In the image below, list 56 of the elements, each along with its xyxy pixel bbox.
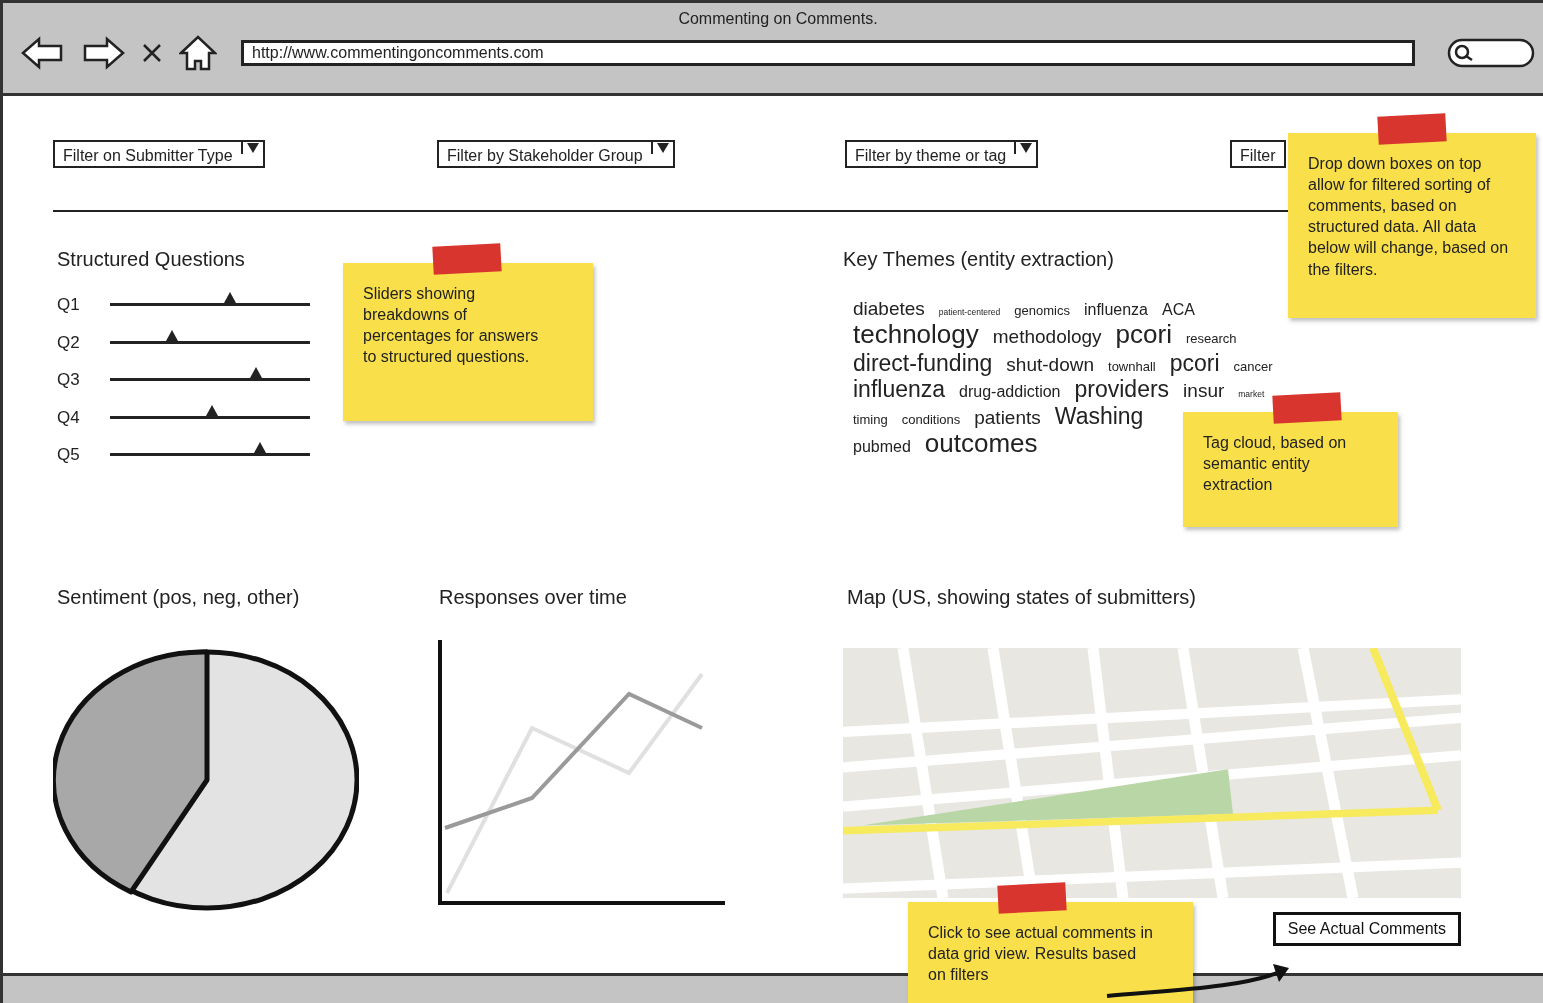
question-label: Q5 (57, 444, 81, 466)
section-heading: Sentiment (pos, neg, other) (57, 585, 300, 610)
question-label: Q3 (57, 369, 81, 391)
tape-strip (997, 882, 1067, 914)
search-field[interactable] (1447, 38, 1535, 68)
forward-icon[interactable] (81, 36, 125, 70)
tag-word[interactable]: shut-down (1006, 353, 1095, 376)
tag-word[interactable]: patient-centered (938, 308, 1001, 318)
tag-word[interactable]: patients (974, 406, 1041, 429)
tag-word[interactable]: diabetes (853, 298, 925, 320)
tag-word[interactable]: pubmed (853, 438, 911, 457)
home-icon[interactable] (179, 35, 217, 71)
tape-strip (1272, 392, 1342, 424)
tape-strip (432, 243, 502, 275)
question-label: Q1 (57, 294, 81, 316)
tag-word[interactable]: insur (1183, 380, 1225, 402)
tag-word[interactable]: research (1185, 331, 1237, 347)
slider-thumb[interactable] (223, 291, 237, 305)
filter-dropdown[interactable]: Filter on Submitter Type (53, 140, 265, 168)
tape-strip (1377, 113, 1447, 145)
close-icon[interactable] (141, 42, 163, 64)
slider-thumb[interactable] (253, 441, 267, 455)
filter-dropdown[interactable]: Filter by theme or tag (845, 140, 1039, 168)
slider-thumb[interactable] (249, 366, 263, 380)
filter-dropdown[interactable]: Filter by Stakeholder Group (437, 140, 675, 168)
url-field[interactable]: http://www.commentingoncomments.com (241, 40, 1415, 66)
tag-word[interactable]: technology (853, 319, 979, 350)
section-heading: Structured Questions (57, 247, 245, 272)
back-icon[interactable] (21, 36, 65, 70)
tag-word[interactable]: pcori (1169, 349, 1220, 377)
section-heading: Responses over time (439, 585, 627, 610)
window-title: Commenting on Comments. (677, 9, 879, 29)
tag-word[interactable]: townhall (1108, 359, 1156, 375)
question-label: Q4 (57, 406, 81, 429)
tag-word[interactable]: direct-funding (853, 349, 993, 377)
tag-word[interactable]: timing (853, 412, 888, 428)
see-comments-button[interactable]: See Actual Comments (1272, 912, 1461, 946)
tag-word[interactable]: cancer (1233, 359, 1273, 375)
tag-word[interactable]: genomics (1014, 304, 1070, 319)
tag-word[interactable]: conditions (901, 412, 961, 428)
tag-word[interactable]: providers (1074, 376, 1170, 403)
section-heading: Map (US, showing states of submitters) (847, 585, 1196, 610)
slider-thumb[interactable] (165, 328, 179, 342)
filter-dropdown[interactable]: Filter (1230, 140, 1286, 168)
tag-word[interactable]: outcomes (924, 429, 1038, 459)
section-heading: Key Themes (entity extraction) (843, 247, 1114, 272)
tag-word[interactable]: influenza (1083, 301, 1148, 320)
slider-thumb[interactable] (205, 403, 219, 417)
tag-word[interactable]: ACA (1161, 301, 1195, 320)
tag-word[interactable]: Washing (1054, 402, 1144, 430)
tag-word[interactable]: drug-addiction (959, 383, 1061, 402)
tag-word[interactable]: influenza (853, 376, 946, 403)
tag-word[interactable]: market (1238, 390, 1265, 400)
tag-word[interactable]: pcori (1115, 319, 1172, 350)
tag-word[interactable]: methodology (992, 325, 1102, 348)
question-label: Q2 (57, 331, 81, 354)
